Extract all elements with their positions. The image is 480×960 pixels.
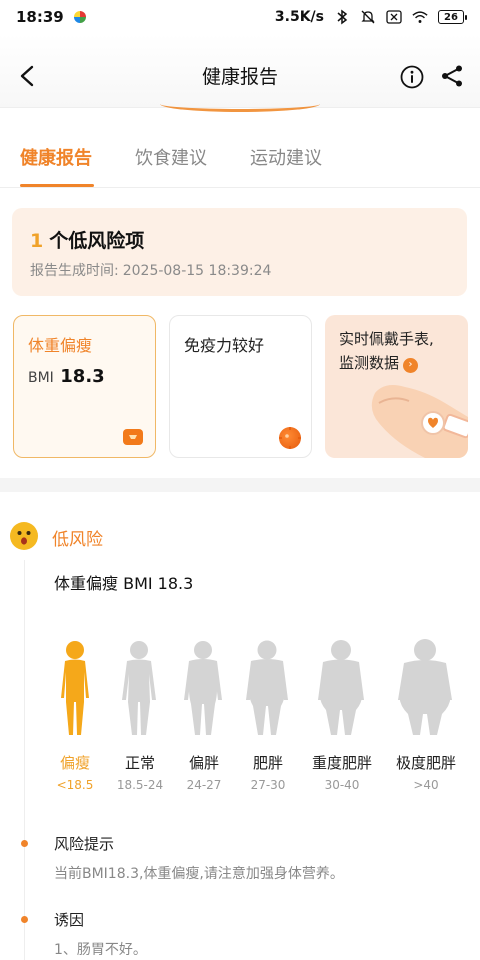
risk-count: 1 个低风险项 <box>30 226 144 253</box>
bmi-category-name: 偏瘦 <box>59 754 90 772</box>
tab-active-indicator <box>20 184 94 187</box>
figure-overweight <box>184 641 222 735</box>
tab-exercise-advice[interactable]: 运动建议 <box>250 144 322 170</box>
tab-diet-advice[interactable]: 饮食建议 <box>135 144 207 170</box>
risk-level-label: 低风险 <box>52 530 103 550</box>
weight-card-label: 体重偏瘦 <box>28 336 93 355</box>
mute-icon <box>360 9 376 25</box>
status-bar: 18:39 3.5K/s 26 <box>0 0 480 34</box>
timeline-line <box>24 560 25 960</box>
risk-count-text: 个低风险项 <box>49 230 145 252</box>
figure-severely-obese <box>318 640 364 735</box>
timeline-dot <box>21 916 28 923</box>
bmi-body-figures <box>61 639 452 735</box>
battery-icon: 26 <box>438 10 467 24</box>
risk-count-number: 1 <box>30 230 44 252</box>
chevron-right-icon: › <box>403 357 419 373</box>
bluetooth-icon <box>334 9 350 25</box>
tab-health-report[interactable]: 健康报告 <box>20 144 92 170</box>
sim-disabled-icon <box>386 9 402 25</box>
bmi-title: 体重偏瘦 BMI 18.3 <box>54 574 194 593</box>
bmi-category-name: 极度肥胖 <box>395 754 456 772</box>
figure-extremely-obese <box>398 639 452 735</box>
bmi-category-range: <18.5 <box>56 778 94 792</box>
watch-promo-line2: 监测数据 <box>339 354 400 372</box>
network-speed: 3.5K/s <box>274 9 324 25</box>
report-time-value: 2025-08-15 18:39:24 <box>122 263 272 279</box>
tab-bar: 健康报告 饮食建议 运动建议 <box>0 128 480 188</box>
risk-summary-card: 1 个低风险项 报告生成时间: 2025-08-15 18:39:24 <box>12 208 467 296</box>
share-icon <box>442 65 462 87</box>
bmi-category-range: 27-30 <box>250 778 286 792</box>
header-decoration <box>160 104 320 112</box>
cause-title: 诱因 <box>54 911 85 929</box>
scale-icon <box>123 429 143 445</box>
bmi-value-line: BMI 18.3 <box>28 366 105 387</box>
figure-normal <box>122 641 156 735</box>
watch-wrist-illustration <box>371 385 468 458</box>
bmi-category-range: 24-27 <box>186 778 222 792</box>
watch-promo-card[interactable]: 实时佩戴手表, 监测数据 › <box>325 315 468 458</box>
bmi-category-range: 18.5-24 <box>116 778 164 792</box>
info-button[interactable] <box>400 65 424 89</box>
figure-obese <box>246 640 288 735</box>
app-notification-icon <box>73 11 86 23</box>
bmi-category-range: 30-40 <box>324 778 360 792</box>
report-time-label: 报告生成时间: <box>30 263 119 279</box>
status-time: 18:39 <box>16 8 64 26</box>
immunity-card-label: 免疫力较好 <box>184 336 265 355</box>
timeline-dot <box>21 840 28 847</box>
bmi-category-normal: 正常 18.5-24 <box>113 752 167 792</box>
risk-tip-title: 风险提示 <box>54 835 115 853</box>
virus-icon <box>279 427 301 449</box>
bmi-category-name: 肥胖 <box>252 754 283 772</box>
bmi-category-underweight: 偏瘦 <18.5 <box>55 752 95 792</box>
cause-text: 1、肠胃不好。 <box>54 942 147 958</box>
info-icon <box>400 65 424 89</box>
surprised-face-icon <box>10 522 38 550</box>
bmi-value: 18.3 <box>60 366 105 387</box>
wifi-icon <box>412 9 428 25</box>
watch-promo-text: 实时佩戴手表, 监测数据 › <box>339 327 464 375</box>
bmi-category-range: >40 <box>413 778 439 792</box>
bmi-category-overweight: 偏胖 24-27 <box>180 752 228 792</box>
report-time: 报告生成时间: 2025-08-15 18:39:24 <box>30 260 271 280</box>
bmi-category-severely-obese: 重度肥胖 30-40 <box>307 752 377 792</box>
immunity-card[interactable]: 免疫力较好 <box>169 315 312 458</box>
bmi-label: BMI <box>28 370 54 386</box>
weight-card[interactable]: 体重偏瘦 BMI 18.3 <box>13 315 156 458</box>
bmi-category-obese: 肥胖 27-30 <box>244 752 292 792</box>
figure-underweight <box>61 641 89 735</box>
bmi-category-name: 正常 <box>124 754 155 772</box>
bmi-category-name: 偏胖 <box>188 754 219 772</box>
risk-tip-text: 当前BMI18.3,体重偏瘦,请注意加强身体营养。 <box>54 866 344 882</box>
section-divider <box>0 478 480 492</box>
bmi-category-name: 重度肥胖 <box>311 754 372 772</box>
bmi-category-extremely-obese: 极度肥胖 >40 <box>390 752 462 792</box>
share-button[interactable] <box>440 64 464 88</box>
watch-promo-line1: 实时佩戴手表, <box>339 330 434 348</box>
nav-bar: 健康报告 <box>0 34 480 112</box>
